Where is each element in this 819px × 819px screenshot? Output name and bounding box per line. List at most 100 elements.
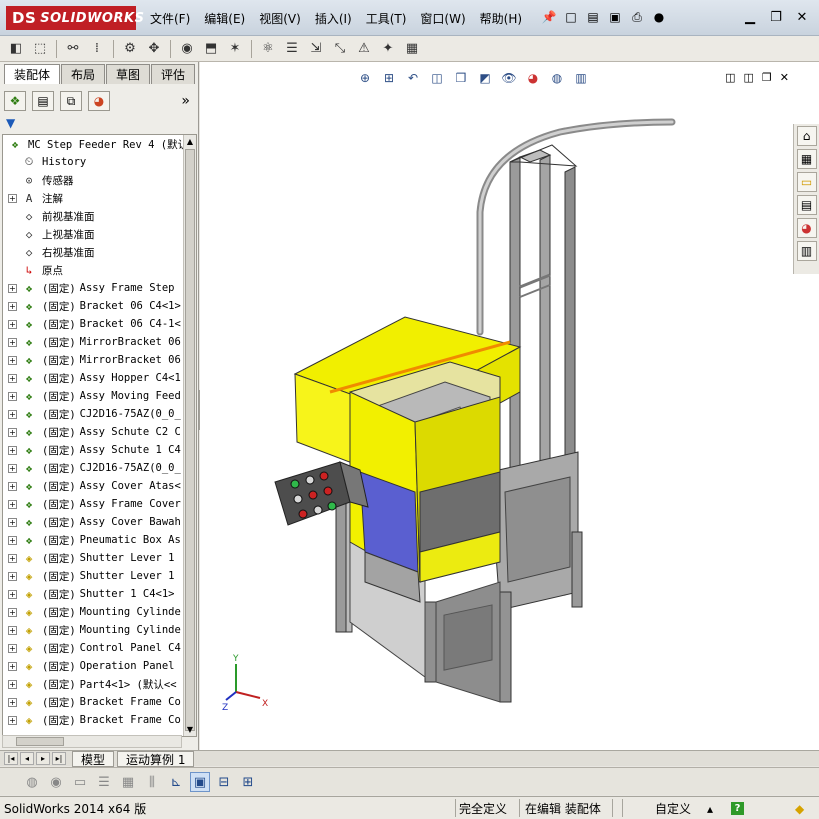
close-icon[interactable]: ✕ [793, 8, 811, 26]
tree-component-row[interactable]: + ❖ (固定) CJ2D16-75AZ(0_0_ [3, 405, 184, 423]
table-icon[interactable]: ▦ [118, 772, 138, 792]
four-view-icon[interactable]: ⊞ [238, 772, 258, 792]
property-manager-icon[interactable]: ▤ [32, 91, 54, 111]
expand-toggle[interactable]: + [8, 679, 17, 689]
tab-model[interactable]: 模型 [72, 751, 115, 767]
tab-assembly[interactable]: 装配体 [4, 64, 61, 84]
rebuild-icon[interactable]: ◆ [795, 800, 804, 817]
minimize-icon[interactable]: ▁ [741, 8, 759, 26]
tree-component-row[interactable]: + ◈ (固定) Shutter 1 C4<1> [3, 585, 184, 603]
edit-component-icon[interactable]: ◧ [6, 39, 26, 59]
tab-sketch[interactable]: 草图 [106, 64, 151, 84]
tree-component-row[interactable]: + ❖ (固定) MirrorBracket 06 [3, 351, 184, 369]
tree-item-history[interactable]: ⏲ History [3, 153, 184, 171]
tree-component-row[interactable]: + ◈ (固定) Bracket Frame Co [3, 711, 184, 729]
tree-component-row[interactable]: + ❖ (固定) Bracket 06 C4<1> [3, 297, 184, 315]
tab-evaluate[interactable]: 评估 [151, 64, 196, 84]
insert-components-icon[interactable]: ⬚ [30, 39, 50, 59]
tab-layout[interactable]: 布局 [61, 64, 106, 84]
tree-component-row[interactable]: + ❖ (固定) Assy Hopper C4<1 [3, 369, 184, 387]
file-explorer-icon[interactable]: ▭ [796, 172, 817, 192]
menu-view[interactable]: 视图(V) [259, 10, 301, 27]
interference-detection-icon[interactable]: ⚠ [354, 39, 374, 59]
menu-tools[interactable]: 工具(T) [366, 10, 407, 27]
tree-component-row[interactable]: + ◈ (固定) Operation Panel [3, 657, 184, 675]
new-document-icon[interactable]: □ [562, 8, 580, 26]
tree-component-row[interactable]: + ❖ (固定) Assy Moving Feed [3, 387, 184, 405]
design-library-icon[interactable]: ▦ [796, 149, 817, 169]
help-button[interactable]: ? [731, 800, 744, 817]
tree-component-row[interactable]: + ❖ (固定) Bracket 06 C4-1< [3, 315, 184, 333]
expand-toggle[interactable]: + [8, 553, 17, 563]
expand-toggle[interactable]: + [8, 283, 17, 293]
split-icon[interactable]: ⫼ [142, 772, 162, 792]
restore-icon[interactable]: ❐ [767, 8, 785, 26]
scrollbar-thumb[interactable] [185, 149, 195, 731]
expand-panel-icon[interactable]: » [181, 93, 190, 109]
move-component-icon[interactable]: ✥ [144, 39, 164, 59]
two-view-horizontal-icon[interactable]: ⊟ [214, 772, 234, 792]
solidworks-resources-icon[interactable]: ⌂ [796, 126, 817, 146]
expand-toggle[interactable]: + [8, 643, 17, 653]
mate-icon[interactable]: ⚯ [63, 39, 83, 59]
prev-tab-icon[interactable]: ◂ [20, 752, 34, 765]
status-units[interactable]: 自定义 [655, 800, 691, 817]
configuration-manager-icon[interactable]: ⧉ [60, 91, 82, 111]
expand-toggle[interactable]: + [8, 625, 17, 635]
first-tab-icon[interactable]: |◂ [4, 752, 18, 765]
tree-item-right-plane[interactable]: ◇ 右视基准面 [3, 243, 184, 261]
tree-item-sensors[interactable]: ⊙ 传感器 [3, 171, 184, 189]
print-icon[interactable]: ⎙ [628, 8, 646, 26]
filter-icon[interactable]: ▼ [6, 116, 15, 130]
expand-toggle[interactable]: + [8, 607, 17, 617]
menu-help[interactable]: 帮助(H) [480, 10, 522, 27]
expand-toggle[interactable]: + [8, 445, 17, 455]
expand-toggle[interactable]: + [8, 661, 17, 671]
last-tab-icon[interactable]: ▸| [52, 752, 66, 765]
expand-toggle[interactable]: + [8, 337, 17, 347]
graphics-area[interactable]: ⊕ ⊞ ↶ ◫ ❒ ◩ 👁 ◕ ◍ ▥ ◫ ◫ ❐ ✕ ⌂ ▦ ▭ ▤ ◕ ▥ … [200, 62, 819, 750]
tree-component-row[interactable]: + ❖ (固定) Assy Cover Atas< [3, 477, 184, 495]
next-tab-icon[interactable]: ▸ [36, 752, 50, 765]
menu-file[interactable]: 文件(F) [150, 10, 190, 27]
expand-toggle[interactable]: + [8, 355, 17, 365]
tree-component-row[interactable]: + ❖ (固定) Assy Schute 1 C4 [3, 441, 184, 459]
tree-component-row[interactable]: + ◈ (固定) Mounting Cylinde [3, 621, 184, 639]
menu-insert[interactable]: 插入(I) [315, 10, 352, 27]
speedpak-icon[interactable]: ▦ [402, 39, 422, 59]
assembly-features-icon[interactable]: ⬒ [201, 39, 221, 59]
open-folder-icon[interactable]: ▤ [584, 8, 602, 26]
bill-of-materials-icon[interactable]: ☰ [282, 39, 302, 59]
tree-root[interactable]: ❖ MC Step Feeder Rev 4 (默认 [3, 135, 184, 153]
solidworks-logo[interactable]: DS SOLIDWORKS [6, 6, 144, 30]
expand-toggle[interactable]: + [8, 499, 17, 509]
save-icon[interactable]: ▣ [606, 8, 624, 26]
show-hidden-icon[interactable]: ◉ [177, 39, 197, 59]
tab-motion-study-1[interactable]: 运动算例 1 [117, 751, 195, 767]
tree-component-row[interactable]: + ❖ (固定) CJ2D16-75AZ(0_0_ [3, 459, 184, 477]
tree-component-row[interactable]: + ❖ (固定) Assy Cover Bawah [3, 513, 184, 531]
tree-horizontal-scrollbar[interactable] [2, 735, 182, 748]
expand-toggle[interactable]: + [8, 715, 17, 725]
expand-toggle[interactable]: + [8, 391, 17, 401]
expand-toggle[interactable]: + [8, 697, 17, 707]
expand-toggle[interactable]: + [8, 517, 17, 527]
custom-properties-icon[interactable]: ▥ [796, 241, 817, 261]
tree-component-row[interactable]: + ◈ (固定) Control Panel C4 [3, 639, 184, 657]
expand-toggle[interactable]: + [8, 463, 17, 473]
tree-component-row[interactable]: + ❖ (固定) Pneumatic Box As [3, 531, 184, 549]
scroll-up-icon[interactable]: ▲ [184, 135, 196, 148]
tree-component-row[interactable]: + ❖ (固定) MirrorBracket 06 [3, 333, 184, 351]
step-feeder-3d-model[interactable] [200, 62, 790, 750]
smart-fasteners-icon[interactable]: ⚙ [120, 39, 140, 59]
tree-component-row[interactable]: + ◈ (固定) Bracket Frame Co [3, 693, 184, 711]
tree-item-top-plane[interactable]: ◇ 上视基准面 [3, 225, 184, 243]
hidden-lines-icon[interactable]: ▭ [70, 772, 90, 792]
new-motion-study-icon[interactable]: ⚛ [258, 39, 278, 59]
tree-vertical-scrollbar[interactable]: ▲ ▼ [183, 135, 196, 736]
shaded-icon[interactable]: ◉ [46, 772, 66, 792]
tree-component-row[interactable]: + ❖ (固定) Assy Schute C2 C [3, 423, 184, 441]
tree-component-row[interactable]: + ◈ (固定) Shutter Lever 1 [3, 567, 184, 585]
expand-toggle[interactable]: + [8, 301, 17, 311]
expand-toggle[interactable]: + [8, 193, 17, 203]
